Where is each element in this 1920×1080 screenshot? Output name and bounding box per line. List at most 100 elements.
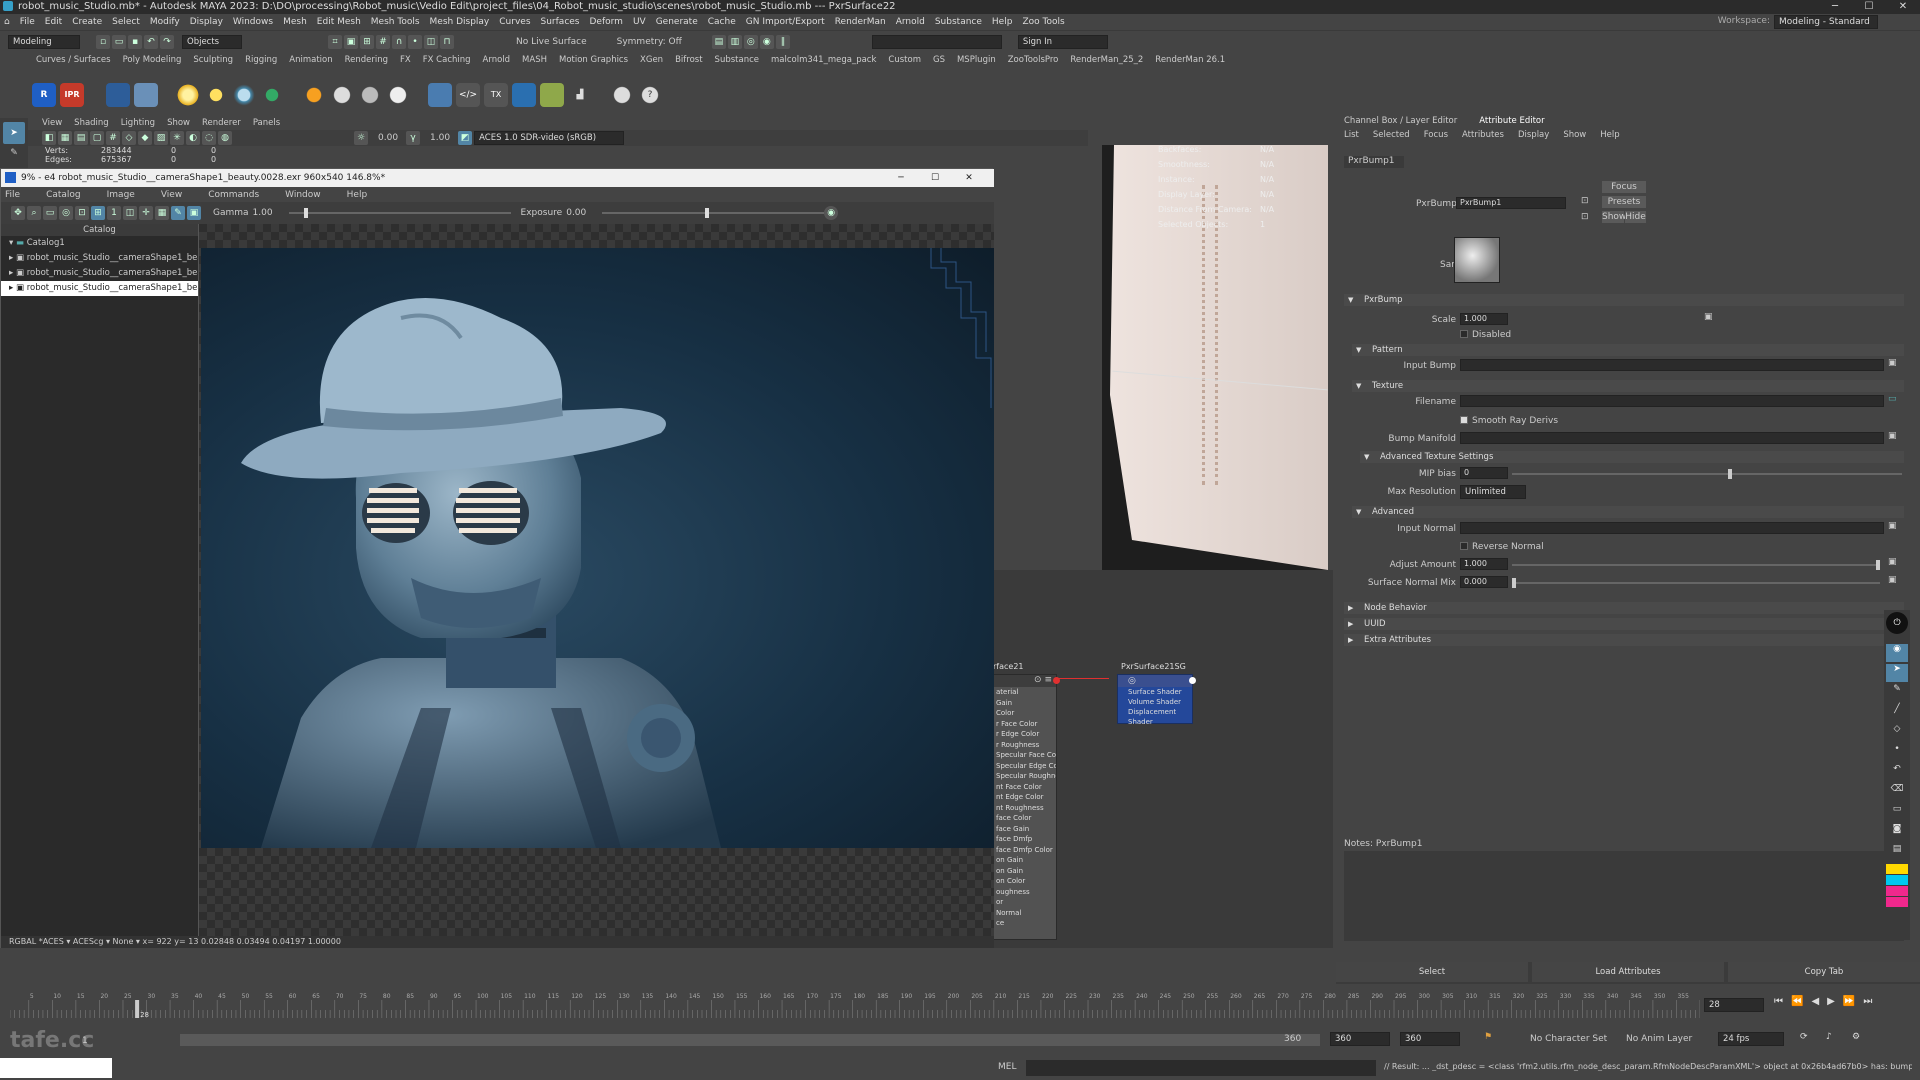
rv-menu-window[interactable]: Window xyxy=(281,190,321,200)
disabled-checkbox[interactable] xyxy=(1460,330,1468,338)
pause-icon[interactable]: ∥ xyxy=(775,34,790,49)
section-pattern[interactable]: Pattern xyxy=(1352,344,1904,356)
range-end-field[interactable]: 360 xyxy=(1284,1034,1301,1044)
play-icon[interactable]: ▶ xyxy=(1827,996,1835,1007)
shelf-tab-animation[interactable]: Animation xyxy=(289,55,332,65)
command-input[interactable] xyxy=(1026,1060,1376,1076)
hide-button[interactable]: Hide xyxy=(1625,211,1646,223)
pencil-icon[interactable]: ✎ xyxy=(1886,684,1908,702)
node-port[interactable]: on Gain xyxy=(994,855,1056,866)
render-frame-icon[interactable]: ▤ xyxy=(711,34,726,49)
exposure-slider[interactable] xyxy=(602,206,825,220)
minimize-button[interactable]: ─ xyxy=(1818,0,1852,14)
panel-menu-panels[interactable]: Panels xyxy=(253,118,280,128)
slider-knob[interactable] xyxy=(704,208,709,218)
snapshot-icon[interactable]: ◎ xyxy=(59,206,73,220)
selection-mode-dropdown[interactable]: Objects xyxy=(182,34,242,49)
snap-point-icon[interactable]: • xyxy=(408,34,422,49)
section-texture[interactable]: Texture xyxy=(1352,380,1904,392)
panel-menu-shading[interactable]: Shading xyxy=(74,118,109,128)
render-settings-icon[interactable]: ◎ xyxy=(743,34,758,49)
rv-menu-view[interactable]: View xyxy=(157,190,182,200)
node-tab[interactable]: PxrBump1 xyxy=(1344,156,1404,168)
mip-bias-slider[interactable] xyxy=(1512,467,1902,481)
lights-icon[interactable]: ✳ xyxy=(170,131,184,145)
camera-capture-icon[interactable]: ◙ xyxy=(1886,824,1908,842)
max-resolution-dropdown[interactable]: Unlimited xyxy=(1460,485,1526,499)
sun-light-icon[interactable] xyxy=(204,83,228,107)
dome-light-icon[interactable] xyxy=(232,83,256,107)
shelf-tab-fx-caching[interactable]: FX Caching xyxy=(423,55,471,65)
node-port[interactable]: face Dmfp xyxy=(994,834,1056,845)
go-end-icon[interactable]: ⏭ xyxy=(1863,996,1872,1007)
gamma-slider[interactable] xyxy=(288,206,511,220)
settings-icon[interactable] xyxy=(610,83,634,107)
node-port[interactable]: ce xyxy=(994,918,1056,929)
select-by-component-icon[interactable]: ⊞ xyxy=(360,34,374,49)
menu-surfaces[interactable]: Surfaces xyxy=(541,17,580,27)
menu-gn-import-export[interactable]: GN Import/Export xyxy=(746,17,825,27)
menu-renderman[interactable]: RenderMan xyxy=(835,17,886,27)
loop-icon[interactable]: ⟳ xyxy=(1800,1032,1808,1042)
maximize-button[interactable]: ☐ xyxy=(1852,0,1886,14)
shelf-tab-substance[interactable]: Substance xyxy=(715,55,759,65)
color-swatch-cyan[interactable] xyxy=(1886,875,1908,885)
menu-windows[interactable]: Windows xyxy=(233,17,273,27)
color-management-icon[interactable]: ◩ xyxy=(458,131,473,145)
node-port[interactable]: aterial xyxy=(994,687,1056,698)
node-port[interactable]: Specular Edge Color xyxy=(994,761,1056,772)
shelf-tab-curves-surfaces[interactable]: Curves / Surfaces xyxy=(36,55,111,65)
shelf-tab-rigging[interactable]: Rigging xyxy=(245,55,277,65)
open-scene-icon[interactable]: ▭ xyxy=(112,34,126,49)
go-start-icon[interactable]: ⏮ xyxy=(1774,996,1783,1007)
fps-dropdown[interactable]: 24 fps xyxy=(1718,1032,1784,1046)
shelf-tab-zootoolspro[interactable]: ZooToolsPro xyxy=(1008,55,1059,65)
symmetry-label[interactable]: Symmetry: Off xyxy=(617,37,682,47)
display-icon[interactable]: ▣ xyxy=(187,206,201,220)
shelf-tab-arnold[interactable]: Arnold xyxy=(483,55,511,65)
node-port[interactable]: face Color xyxy=(994,813,1056,824)
node-port[interactable]: nt Edge Color xyxy=(994,792,1056,803)
catalog-item[interactable]: ▸ ▣ robot_music_Studio__cameraShape1_bea… xyxy=(1,251,198,266)
undo-stroke-icon[interactable]: ↶ xyxy=(1886,764,1908,782)
panel-menu-lighting[interactable]: Lighting xyxy=(121,118,155,128)
script-language-toggle[interactable]: MEL xyxy=(998,1062,1016,1072)
shelf-tab-mega-pack[interactable]: malcolm341_mega_pack xyxy=(771,55,876,65)
color-swatch-yellow[interactable] xyxy=(1886,864,1908,874)
notes-field[interactable] xyxy=(1344,851,1904,941)
output-connection-icon[interactable]: ⊡ xyxy=(1581,212,1589,222)
input-normal-map-icon[interactable]: ▣ xyxy=(1888,521,1897,531)
live-surface-label[interactable]: No Live Surface xyxy=(516,37,587,47)
node-pxrsurface[interactable]: ⊙ ≡ aterial Gain Color r Face Color r Edge C… xyxy=(993,674,1060,940)
shelf-tab-renderman-25[interactable]: RenderMan_25_2 xyxy=(1070,55,1143,65)
camera-attr-icon[interactable]: ▦ xyxy=(58,131,72,145)
region-icon[interactable]: ⊡ xyxy=(75,206,89,220)
scale-field[interactable]: 1.000 xyxy=(1460,313,1508,325)
catalog-root[interactable]: ▾ ▬ Catalog1 xyxy=(1,236,198,251)
menu-deform[interactable]: Deform xyxy=(590,17,623,27)
section-extra-attributes[interactable]: Extra Attributes xyxy=(1344,634,1904,646)
shelf-tab-poly-modeling[interactable]: Poly Modeling xyxy=(123,55,182,65)
node-port[interactable]: r Edge Color xyxy=(994,729,1056,740)
home-icon[interactable]: ⌂ xyxy=(4,17,10,27)
shelf-tab-sculpting[interactable]: Sculpting xyxy=(193,55,233,65)
node-port[interactable]: Specular Roughness xyxy=(994,771,1056,782)
surface-normal-mix-map-icon[interactable]: ▣ xyxy=(1888,575,1897,585)
input-bump-map-icon[interactable]: ▣ xyxy=(1888,358,1897,368)
playback-end-field[interactable]: 360 xyxy=(1400,1032,1460,1046)
cube-icon[interactable] xyxy=(428,83,452,107)
surface-normal-mix-slider[interactable] xyxy=(1512,576,1880,590)
panel-gamma-field[interactable]: 1.00 xyxy=(430,133,450,143)
tab-attribute-editor[interactable]: Attribute Editor xyxy=(1479,116,1544,126)
xray-icon[interactable]: ◌ xyxy=(202,131,216,145)
compare-icon[interactable]: ◫ xyxy=(123,206,137,220)
menu-curves[interactable]: Curves xyxy=(499,17,530,27)
select-tool-icon[interactable]: ➤ xyxy=(3,122,25,144)
node-port[interactable]: on Gain xyxy=(994,866,1056,877)
section-node-behavior[interactable]: Node Behavior xyxy=(1344,602,1904,614)
menu-arnold[interactable]: Arnold xyxy=(896,17,925,27)
smooth-shade-icon[interactable]: ◆ xyxy=(138,131,152,145)
rv-menu-catalog[interactable]: Catalog xyxy=(42,190,81,200)
node-port[interactable]: face Gain xyxy=(994,824,1056,835)
eye-icon[interactable]: ◉ xyxy=(1886,644,1908,662)
